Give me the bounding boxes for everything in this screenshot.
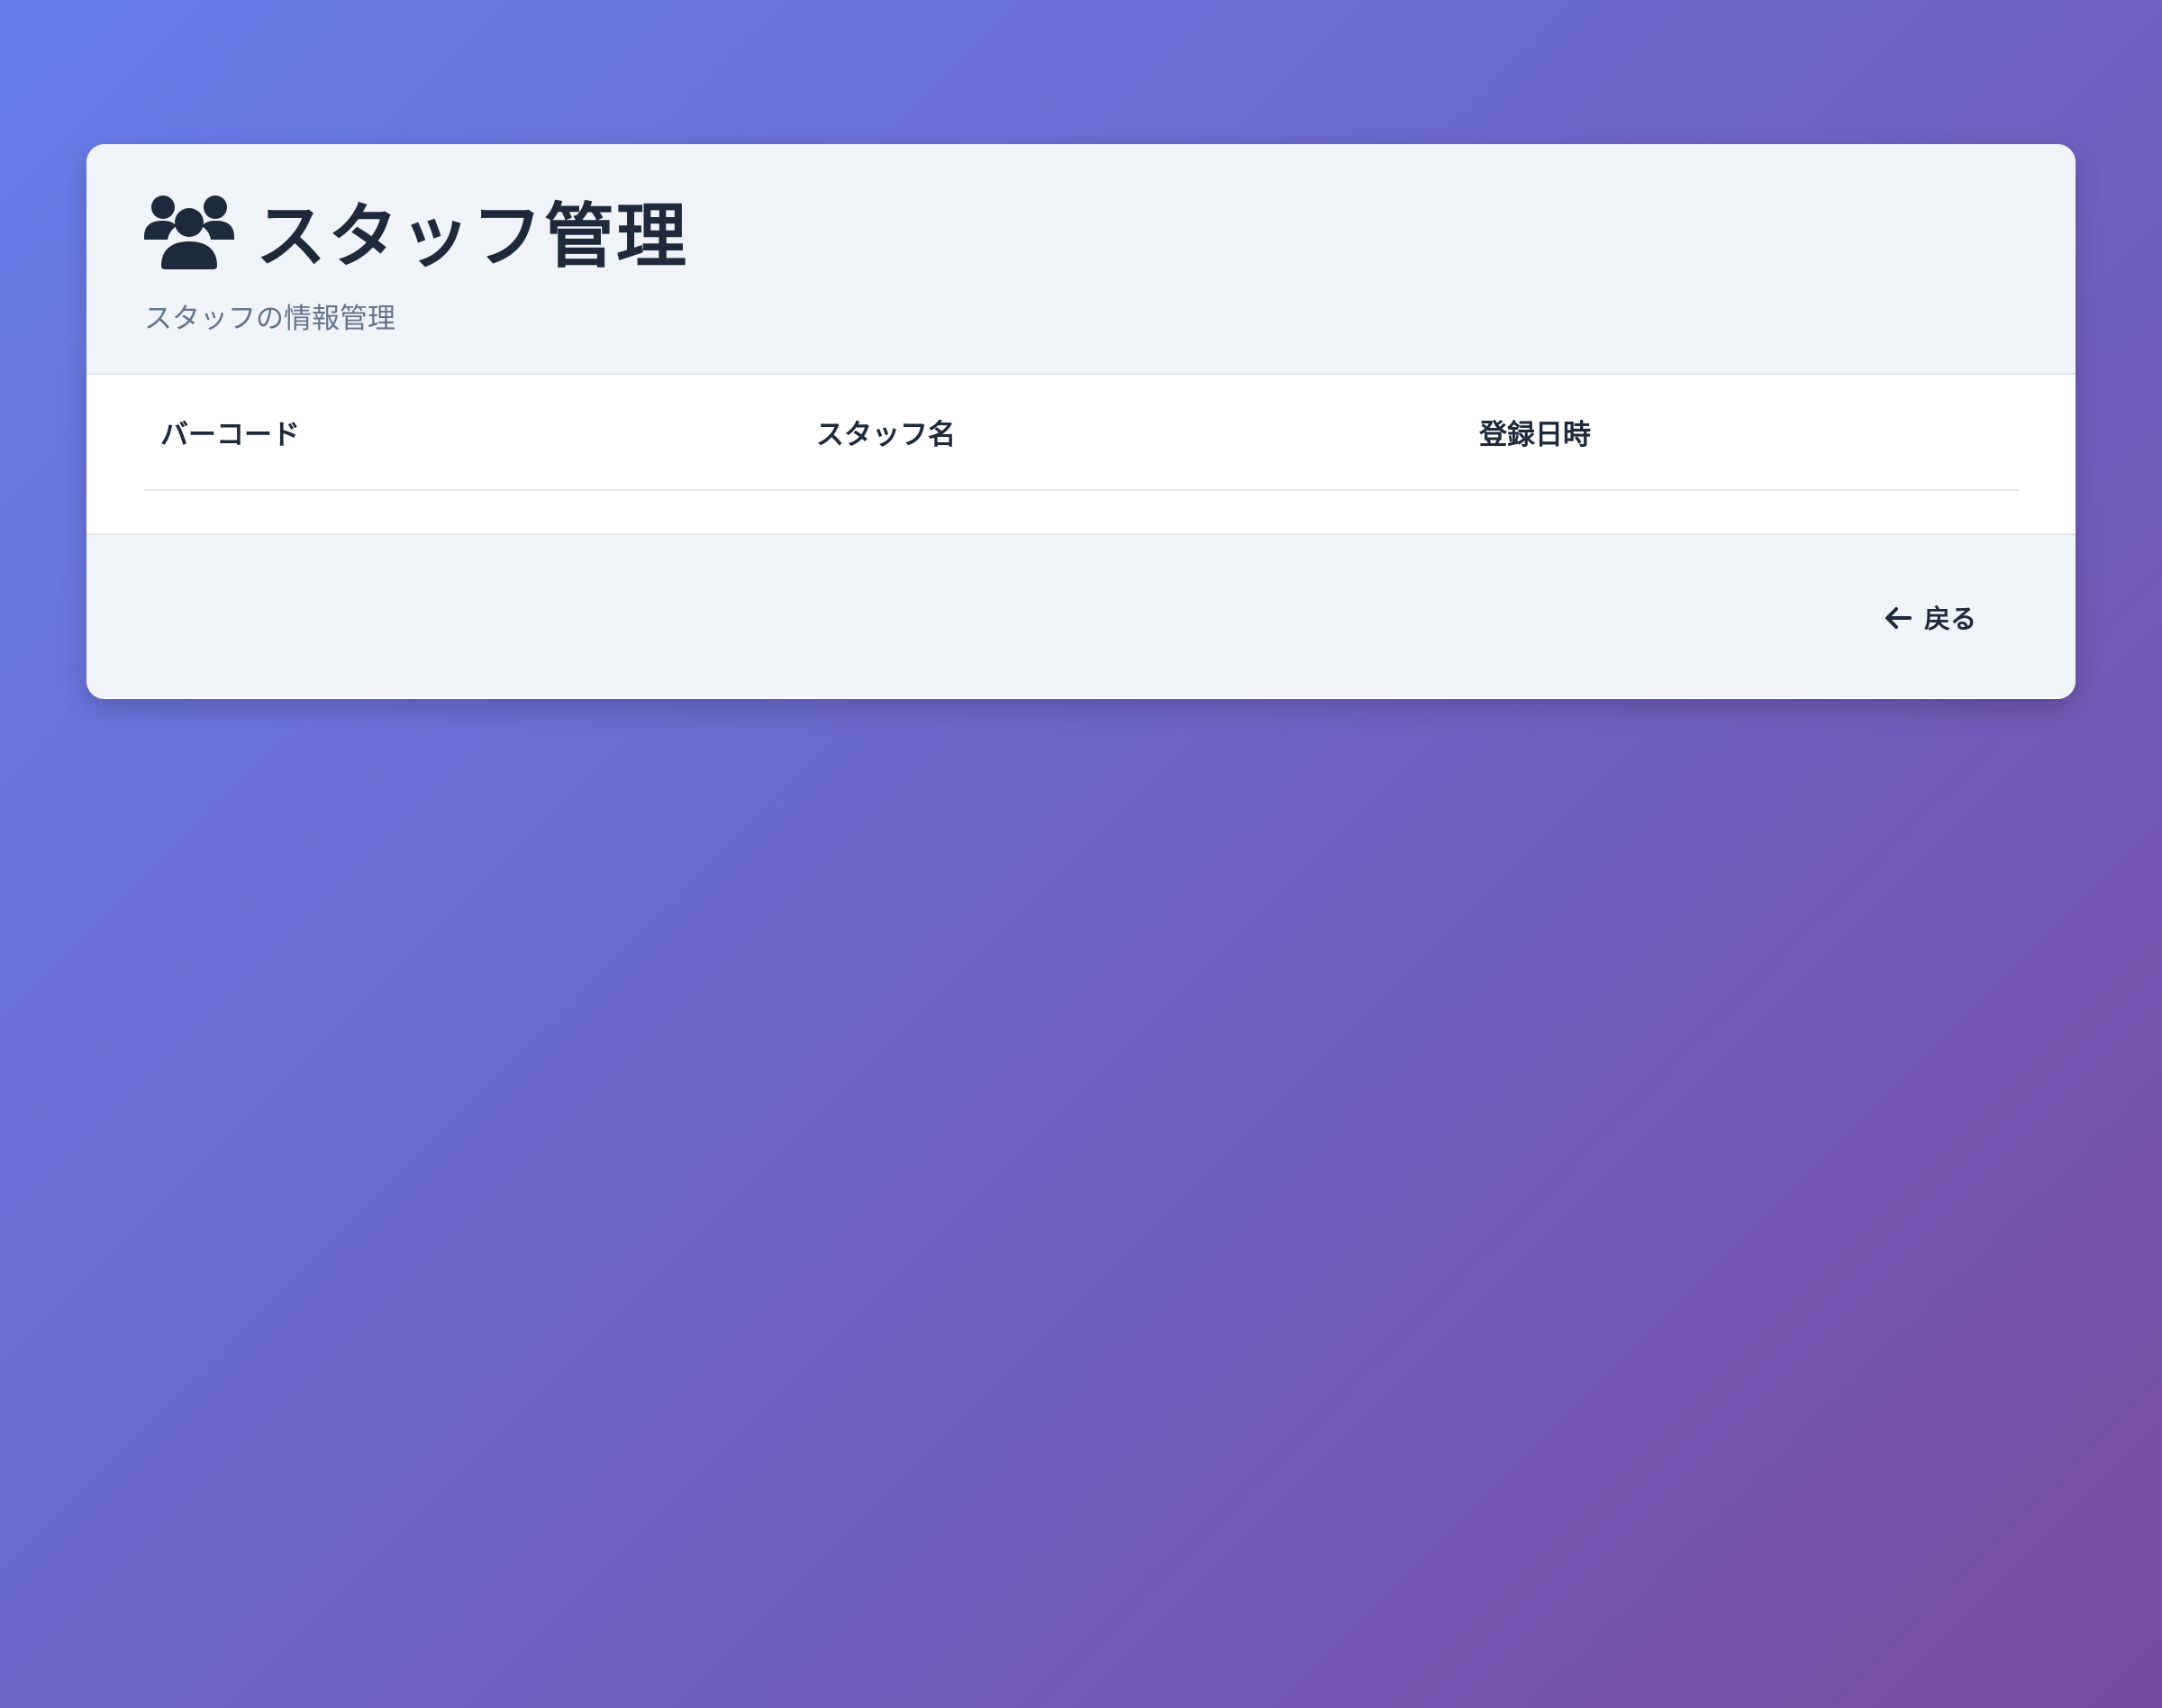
card-header: スタッフ管理 スタッフの情報管理	[86, 144, 2076, 375]
back-button[interactable]: 戻る	[1885, 598, 1976, 636]
staff-management-card: スタッフ管理 スタッフの情報管理 バーコード スタッフ名 登録日時 戻る	[86, 144, 2076, 699]
back-button-label: 戻る	[1923, 604, 1976, 634]
column-header-registered-at[interactable]: 登録日時	[1463, 375, 2018, 491]
column-header-staff-name[interactable]: スタッフ名	[800, 375, 1463, 491]
page-subtitle: スタッフの情報管理	[144, 303, 395, 335]
staff-table-container: バーコード スタッフ名 登録日時	[86, 375, 2076, 535]
card-footer: 戻る	[86, 535, 2076, 697]
arrow-left-icon	[1885, 605, 1912, 629]
page-title-row: スタッフ管理	[144, 186, 2018, 277]
page-title: スタッフ管理	[256, 196, 689, 277]
staff-table: バーコード スタッフ名 登録日時	[144, 375, 2018, 491]
column-header-barcode[interactable]: バーコード	[144, 375, 800, 491]
table-header-row: バーコード スタッフ名 登録日時	[144, 375, 2018, 491]
users-icon	[144, 192, 234, 269]
